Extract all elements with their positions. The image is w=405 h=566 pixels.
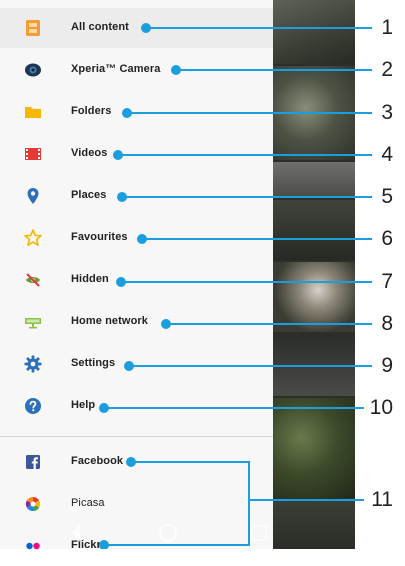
menu-item-help[interactable]: Help bbox=[0, 386, 273, 426]
callout-number: 11 bbox=[371, 488, 393, 511]
menu-item-label: Hidden bbox=[71, 273, 109, 285]
callout-number: 4 bbox=[381, 143, 393, 166]
callout-number: 8 bbox=[381, 312, 393, 335]
photo-grid-strip bbox=[273, 0, 355, 549]
photo-thumbnail[interactable] bbox=[273, 0, 355, 64]
photo-thumbnail[interactable] bbox=[273, 200, 355, 260]
menu-item-label: All content bbox=[71, 21, 129, 33]
callout-number: 6 bbox=[381, 227, 393, 250]
callout-number: 7 bbox=[381, 270, 393, 293]
home-network-icon bbox=[25, 318, 41, 329]
menu-item-label: Folders bbox=[71, 105, 112, 117]
menu-item-favourites[interactable]: Favourites bbox=[0, 218, 273, 258]
menu-item-folders[interactable]: Folders bbox=[0, 92, 273, 132]
menu-item-label: Picasa bbox=[71, 497, 105, 509]
menu-item-home-network[interactable]: Home network bbox=[0, 302, 273, 342]
gear-icon bbox=[24, 355, 42, 373]
hidden-icon bbox=[26, 273, 40, 287]
menu-item-label: Favourites bbox=[71, 231, 128, 243]
video-icon bbox=[25, 148, 41, 160]
menu-item-camera[interactable]: Xperia™ Camera bbox=[0, 50, 273, 90]
menu-item-label: Help bbox=[71, 399, 96, 411]
help-icon bbox=[25, 398, 41, 414]
star-icon bbox=[24, 229, 42, 246]
callout-number: 1 bbox=[381, 16, 393, 39]
menu-item-hidden[interactable]: Hidden bbox=[0, 260, 273, 300]
callout-number: 5 bbox=[381, 185, 393, 208]
menu-item-places[interactable]: Places bbox=[0, 176, 273, 216]
menu-item-label: Xperia™ Camera bbox=[71, 63, 161, 75]
menu-divider bbox=[0, 436, 273, 437]
callout-number: 9 bbox=[381, 354, 393, 377]
menu-item-label: Videos bbox=[71, 147, 108, 159]
callout-number: 3 bbox=[381, 101, 393, 124]
menu-item-label: Places bbox=[71, 189, 107, 201]
all-content-icon bbox=[26, 20, 40, 36]
menu-item-facebook[interactable]: Facebook bbox=[0, 442, 273, 482]
picasa-icon bbox=[25, 496, 41, 512]
navigation-drawer: All content Xperia™ Camera Folders Video… bbox=[0, 0, 273, 551]
photo-thumbnail[interactable] bbox=[273, 334, 355, 396]
location-pin-icon bbox=[27, 188, 39, 204]
photo-thumbnail[interactable] bbox=[273, 398, 355, 498]
photo-thumbnail[interactable] bbox=[273, 262, 355, 332]
callout-number: 10 bbox=[369, 396, 393, 419]
menu-item-label: Facebook bbox=[71, 455, 124, 467]
menu-item-settings[interactable]: Settings bbox=[0, 344, 273, 384]
back-icon[interactable] bbox=[72, 524, 80, 542]
photo-thumbnail[interactable] bbox=[273, 66, 355, 160]
menu-item-label: Home network bbox=[71, 315, 148, 327]
system-navigation-bar bbox=[72, 524, 267, 542]
camera-icon bbox=[25, 63, 41, 77]
callout-number: 2 bbox=[381, 58, 393, 81]
menu-item-label: Settings bbox=[71, 357, 116, 369]
photo-thumbnail[interactable] bbox=[273, 162, 355, 198]
facebook-icon bbox=[26, 455, 40, 469]
folder-icon bbox=[25, 107, 41, 118]
home-icon[interactable] bbox=[159, 524, 177, 542]
photo-thumbnail[interactable] bbox=[273, 500, 355, 549]
recent-apps-icon[interactable] bbox=[251, 525, 267, 541]
menu-item-all-content[interactable]: All content bbox=[0, 8, 273, 48]
menu-item-videos[interactable]: Videos bbox=[0, 134, 273, 174]
